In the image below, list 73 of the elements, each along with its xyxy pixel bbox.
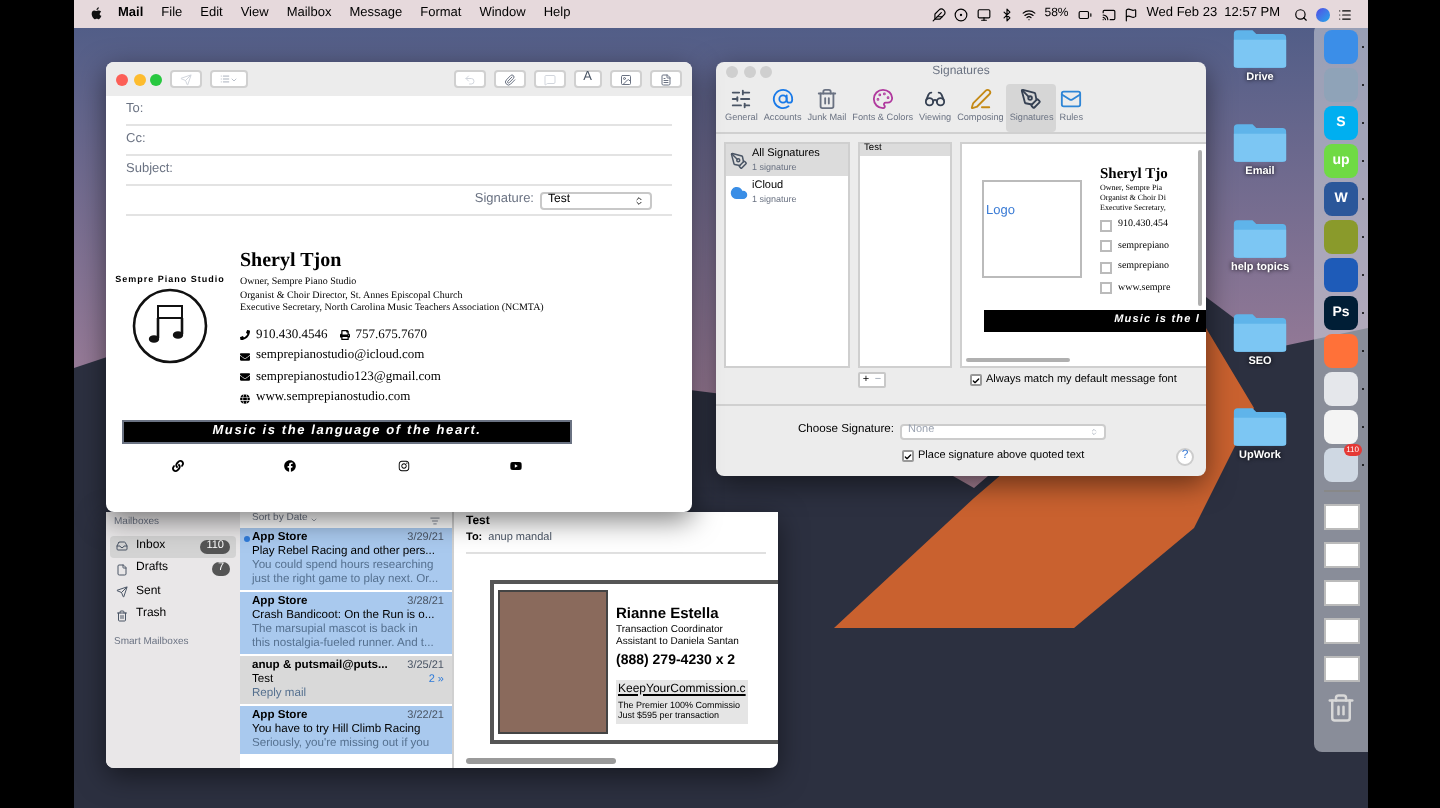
reply-arrow-icon bbox=[463, 73, 476, 85]
template-button[interactable] bbox=[650, 70, 682, 88]
palette-icon bbox=[871, 88, 894, 111]
bluetooth-icon[interactable] bbox=[1000, 7, 1015, 21]
header-fields-button[interactable] bbox=[210, 70, 248, 88]
image-icon bbox=[620, 73, 632, 85]
list-icon bbox=[220, 74, 230, 84]
paper-plane-icon bbox=[180, 73, 192, 85]
siri-icon[interactable] bbox=[1316, 7, 1330, 21]
youtube-icon[interactable] bbox=[509, 460, 522, 472]
globe-icon bbox=[240, 393, 250, 403]
image-placeholder-box bbox=[1100, 282, 1112, 295]
cloud-icon bbox=[730, 183, 748, 201]
instagram-icon[interactable] bbox=[397, 460, 410, 472]
signature-icon bbox=[1020, 88, 1043, 111]
flag-icon[interactable] bbox=[1124, 7, 1139, 21]
feather-icon[interactable] bbox=[932, 7, 947, 21]
app-icon[interactable] bbox=[1324, 410, 1358, 444]
chevrons-icon bbox=[1090, 427, 1099, 436]
envelope-icon bbox=[240, 372, 250, 382]
inbox-icon bbox=[116, 540, 128, 553]
photo-button[interactable] bbox=[610, 70, 642, 88]
app-icon[interactable] bbox=[1324, 448, 1358, 482]
app-icon[interactable] bbox=[1324, 258, 1358, 292]
checkmark-icon bbox=[904, 451, 912, 462]
checkbox[interactable] bbox=[902, 450, 914, 463]
sliders-icon bbox=[730, 88, 753, 111]
circle-icon[interactable] bbox=[954, 7, 969, 21]
image-placeholder-box bbox=[1100, 261, 1112, 274]
trash-icon bbox=[116, 609, 128, 622]
document-icon bbox=[116, 563, 128, 576]
checkmark-icon bbox=[972, 375, 980, 386]
window-thumbnail[interactable] bbox=[1323, 618, 1359, 644]
image-placeholder-box bbox=[1100, 219, 1112, 232]
menu-icon[interactable] bbox=[1338, 7, 1352, 21]
document-icon bbox=[660, 73, 672, 85]
music-note-logo-icon bbox=[132, 288, 208, 364]
signature-name: Sheryl Tjon bbox=[240, 250, 344, 274]
chevrons-icon bbox=[634, 195, 644, 205]
image-placeholder-box bbox=[1100, 240, 1112, 253]
at-sign-icon bbox=[771, 88, 794, 111]
link-icon[interactable] bbox=[172, 460, 185, 472]
display-icon[interactable] bbox=[976, 7, 993, 21]
facebook-icon[interactable] bbox=[284, 460, 297, 472]
phone-icon bbox=[240, 330, 250, 340]
glasses-icon bbox=[924, 88, 947, 111]
signature-icon bbox=[730, 151, 748, 169]
trash-icon bbox=[815, 88, 838, 111]
filter-icon[interactable] bbox=[430, 515, 440, 525]
attach-button[interactable] bbox=[493, 70, 526, 88]
window-thumbnail[interactable] bbox=[1323, 580, 1359, 606]
speech-bubble-icon bbox=[543, 73, 556, 85]
zoom-button[interactable] bbox=[150, 73, 162, 85]
app-icon[interactable] bbox=[1324, 372, 1358, 406]
apple-logo-icon[interactable] bbox=[90, 6, 104, 22]
search-icon[interactable] bbox=[1294, 7, 1308, 21]
airplay-icon[interactable] bbox=[1102, 7, 1117, 21]
envelope-icon bbox=[1060, 88, 1083, 111]
pen-icon bbox=[969, 88, 992, 111]
checkbox[interactable] bbox=[970, 374, 982, 387]
battery-icon[interactable] bbox=[1076, 7, 1095, 21]
envelope-icon bbox=[240, 351, 250, 361]
window-thumbnail[interactable] bbox=[1323, 656, 1359, 682]
window-thumbnail[interactable] bbox=[1323, 504, 1359, 530]
printer-icon bbox=[339, 330, 350, 340]
paper-plane-icon bbox=[116, 586, 128, 599]
folder-icon[interactable] bbox=[1232, 311, 1288, 354]
window-thumbnail[interactable] bbox=[1323, 542, 1359, 568]
horizontal-scrollbar bbox=[966, 357, 1070, 362]
wifi-icon[interactable] bbox=[1022, 7, 1037, 21]
close-button[interactable] bbox=[116, 73, 128, 85]
trash-icon[interactable] bbox=[1326, 692, 1356, 724]
paperclip-icon bbox=[503, 73, 516, 85]
